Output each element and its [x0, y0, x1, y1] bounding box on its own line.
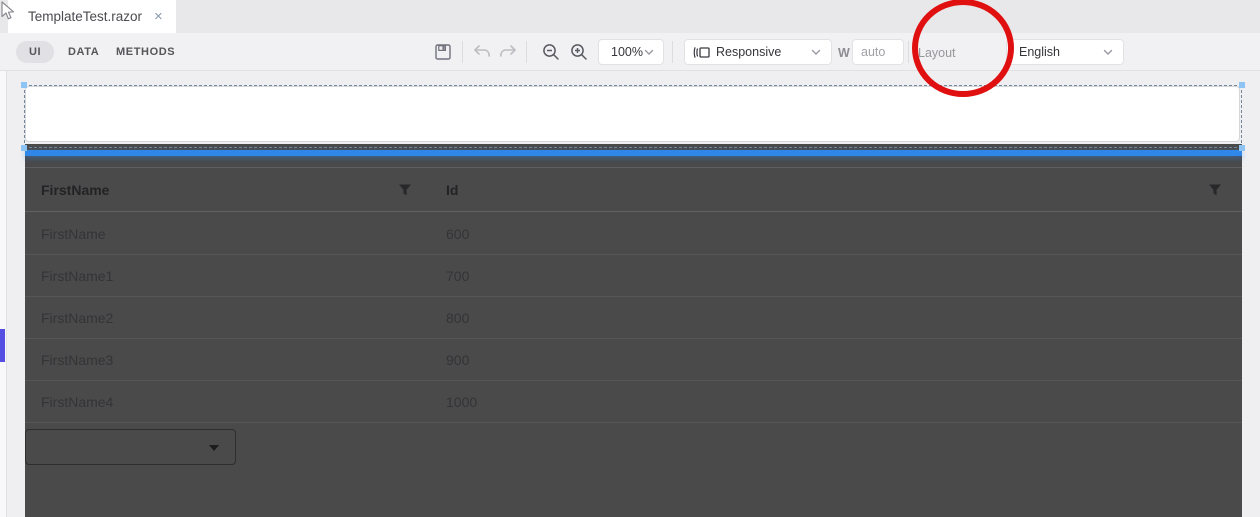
- tab-templatetest-razor[interactable]: TemplateTest.razor ×: [8, 0, 176, 33]
- grid-row[interactable]: FirstName2 800: [25, 297, 1242, 339]
- zoom-in-icon: [571, 44, 587, 60]
- designer-toolbar: UI DATA METHODS 100% Responsive W auto L…: [0, 33, 1260, 94]
- tab-bar: TemplateTest.razor ×: [0, 0, 1260, 33]
- cell-firstname: FirstName4: [41, 394, 114, 410]
- toolbar-separator: [462, 41, 463, 63]
- tab-ui[interactable]: UI: [16, 33, 55, 71]
- cell-id: 600: [446, 226, 470, 242]
- width-input-value: auto: [861, 45, 886, 59]
- selected-row-component[interactable]: [25, 86, 1240, 142]
- cell-id: 900: [446, 352, 470, 368]
- responsive-icon: [693, 46, 710, 58]
- undo-button[interactable]: [472, 43, 492, 61]
- tab-close-icon[interactable]: ×: [154, 9, 163, 24]
- redo-icon: [500, 45, 516, 57]
- tab-label: TemplateTest.razor: [28, 9, 143, 24]
- cell-firstname: FirstName2: [41, 310, 114, 326]
- zoom-out-icon: [543, 44, 559, 60]
- zoom-level-select[interactable]: 100%: [598, 39, 664, 65]
- redo-button[interactable]: [498, 43, 518, 61]
- toolbar-separator: [526, 41, 527, 63]
- width-label: W: [838, 46, 850, 60]
- design-canvas: FirstName Id FirstName 600 FirstName1 70…: [0, 71, 1260, 517]
- cell-firstname: FirstName1: [41, 268, 114, 284]
- tab-data-label: DATA: [68, 46, 100, 58]
- device-mode-value: Responsive: [716, 45, 782, 59]
- undo-icon: [474, 45, 490, 57]
- cell-firstname: FirstName: [41, 226, 106, 242]
- tab-methods[interactable]: METHODS: [116, 33, 175, 71]
- tab-ui-label: UI: [16, 41, 55, 63]
- filter-icon[interactable]: [398, 183, 412, 197]
- language-value: English: [1019, 45, 1060, 59]
- cell-id: 700: [446, 268, 470, 284]
- save-icon: [435, 44, 451, 60]
- language-select[interactable]: English: [1006, 39, 1124, 65]
- tab-methods-label: METHODS: [116, 46, 176, 58]
- grid-row[interactable]: FirstName3 900: [25, 339, 1242, 381]
- chevron-down-icon: [811, 49, 821, 55]
- cell-id: 800: [446, 310, 470, 326]
- insert-indicator-bar: [25, 150, 1242, 156]
- layout-toggle-label: Layout: [918, 46, 956, 60]
- toolbar-separator: [908, 41, 909, 63]
- grid-row[interactable]: FirstName 600: [25, 213, 1242, 255]
- selection-handle[interactable]: [21, 82, 27, 88]
- tab-data[interactable]: DATA: [68, 33, 99, 71]
- zoom-level-value: 100%: [611, 45, 643, 59]
- column-header-id[interactable]: Id: [446, 168, 458, 213]
- left-gutter: [0, 71, 7, 517]
- left-scroll-indicator: [0, 329, 5, 362]
- dropdown-arrow-icon: [209, 445, 219, 451]
- zoom-out-button[interactable]: [542, 43, 560, 61]
- device-mode-select[interactable]: Responsive: [684, 39, 832, 65]
- page-size-dropdown[interactable]: [25, 429, 236, 465]
- grid-row[interactable]: FirstName4 1000: [25, 381, 1242, 423]
- designer-window: TemplateTest.razor × UI DATA METHODS 100…: [0, 0, 1260, 517]
- selection-handle[interactable]: [1239, 82, 1245, 88]
- toolbar-separator: [672, 41, 673, 63]
- datagrid-header-row: FirstName Id: [25, 167, 1242, 212]
- save-button[interactable]: [434, 43, 452, 61]
- filter-icon[interactable]: [1208, 183, 1222, 197]
- cell-id: 1000: [446, 394, 478, 410]
- chevron-down-icon: [1103, 49, 1113, 55]
- selection-handle[interactable]: [1239, 145, 1245, 151]
- zoom-in-button[interactable]: [570, 43, 588, 61]
- cell-firstname: FirstName3: [41, 352, 114, 368]
- datagrid-preview[interactable]: FirstName Id FirstName 600 FirstName1 70…: [25, 144, 1242, 517]
- grid-row[interactable]: FirstName1 700: [25, 255, 1242, 297]
- selection-handle[interactable]: [21, 145, 27, 151]
- chevron-down-icon: [644, 49, 654, 55]
- width-input[interactable]: auto: [852, 39, 904, 65]
- column-header-firstname[interactable]: FirstName: [41, 168, 109, 213]
